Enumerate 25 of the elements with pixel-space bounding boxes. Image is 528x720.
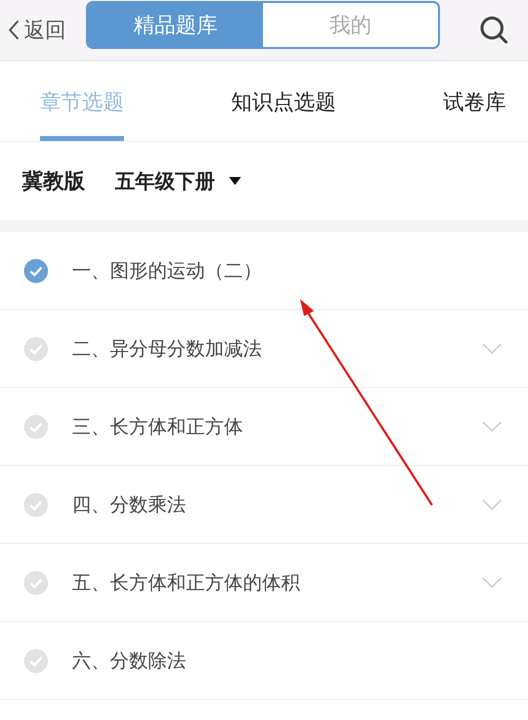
chapter-row[interactable]: 六、分数除法 [0,622,528,700]
back-button[interactable]: 返回 [0,16,86,44]
chevron-down-icon[interactable] [482,576,502,588]
chevron-down-icon[interactable] [482,342,502,354]
chapter-row[interactable]: 三、长方体和正方体 [0,388,528,466]
chapter-title: 三、长方体和正方体 [72,414,243,440]
chapter-row[interactable]: 五、长方体和正方体的体积 [0,544,528,622]
chevron-down-icon[interactable] [482,498,502,510]
tab[interactable]: 试卷库 [443,67,506,141]
chapter-row[interactable]: 四、分数乘法 [0,466,528,544]
grade-dropdown[interactable]: 五年级下册 [115,168,241,194]
chapter-title: 五、长方体和正方体的体积 [72,570,300,596]
chapter-row[interactable]: 二、异分母分数加减法 [0,310,528,388]
chapter-title: 四、分数乘法 [72,492,186,518]
chapter-row[interactable]: 一、图形的运动（二） [0,232,528,310]
chevron-down-icon[interactable] [482,420,502,432]
edition-label[interactable]: 冀教版 [22,167,85,195]
chapter-title: 六、分数除法 [72,648,186,674]
back-chevron-icon [8,19,20,41]
chapter-title: 一、图形的运动（二） [72,258,262,284]
tab[interactable]: 知识点选题 [231,67,336,141]
search-icon[interactable] [478,14,510,46]
chapter-title: 二、异分母分数加减法 [72,336,262,362]
caret-icon [229,177,241,185]
back-label: 返回 [24,17,66,44]
